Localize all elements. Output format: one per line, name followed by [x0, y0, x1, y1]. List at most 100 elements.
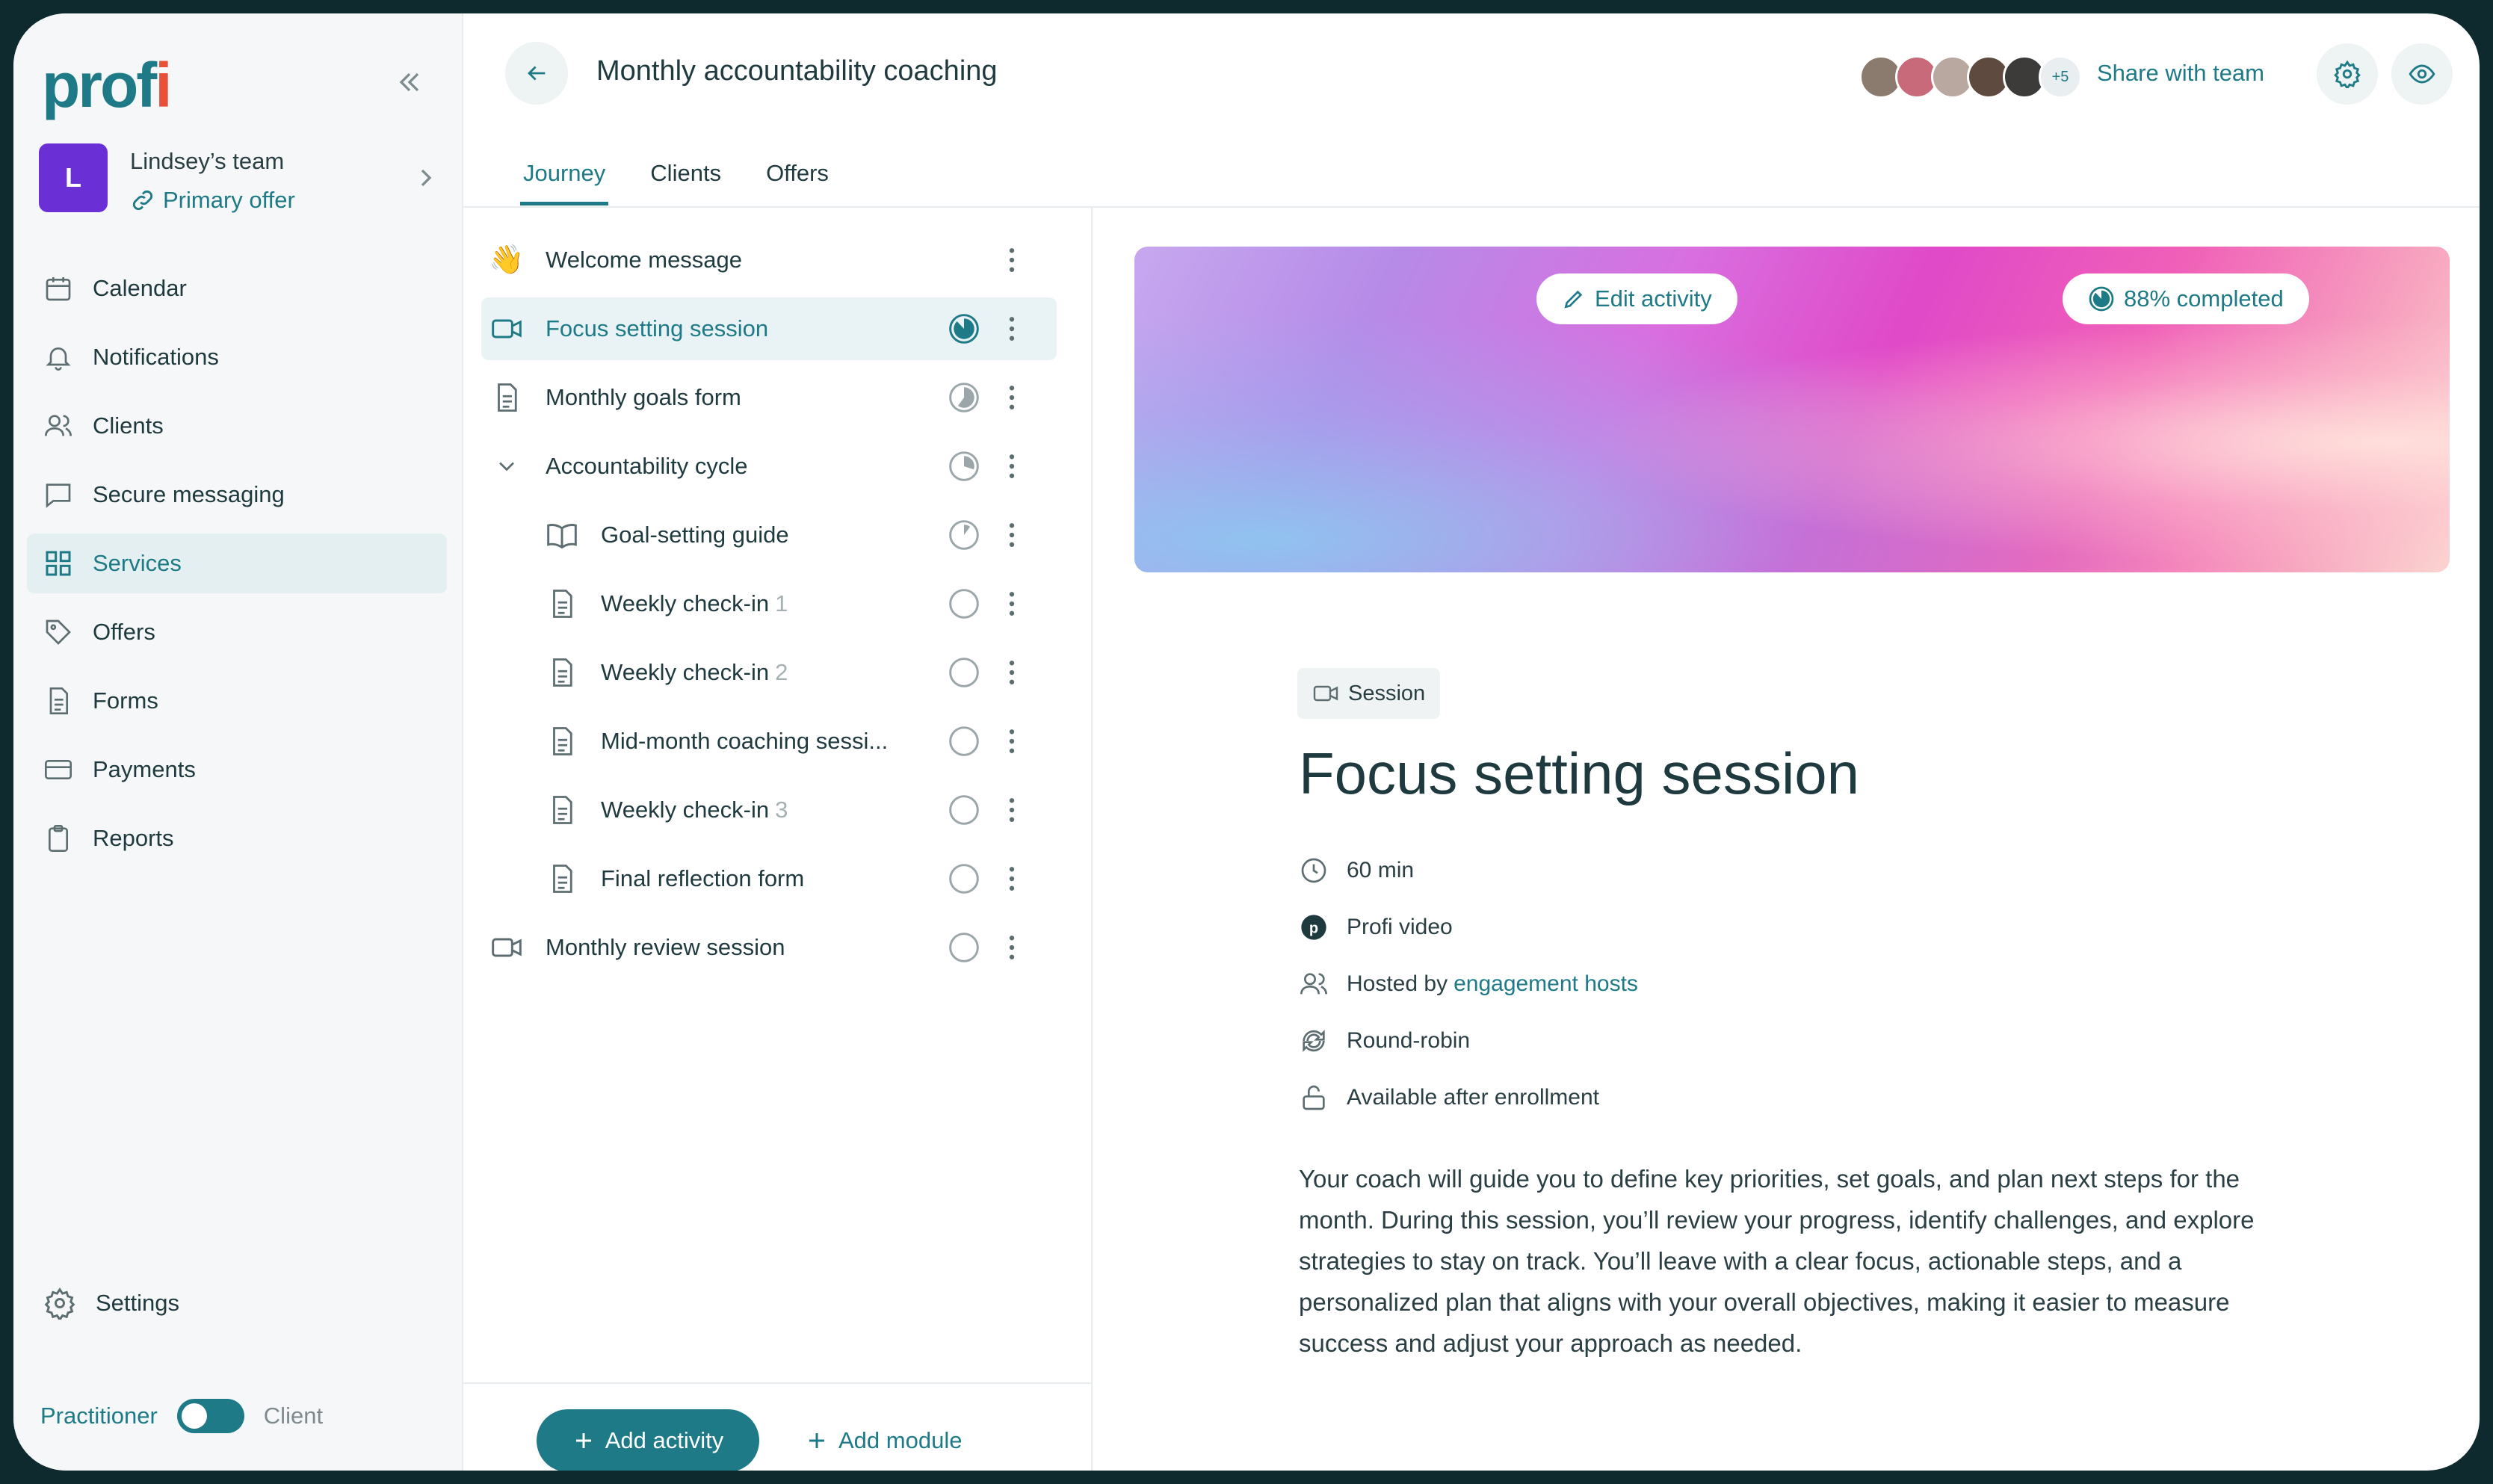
tab-clients[interactable]: Clients	[647, 160, 724, 205]
journey-item[interactable]: Weekly check-in 1	[481, 572, 1057, 635]
nav-item-forms[interactable]: Forms	[27, 671, 447, 731]
plus-icon	[575, 1433, 591, 1448]
nav-item-settings[interactable]: Settings	[43, 1287, 179, 1320]
tab-journey[interactable]: Journey	[520, 160, 609, 205]
more-options-icon[interactable]	[997, 587, 1027, 620]
plus-icon	[809, 1433, 824, 1448]
journey-item-label: Weekly check-in 3	[601, 797, 788, 823]
journey-item-number: 3	[775, 797, 788, 823]
team-switcher[interactable]: L Lindsey’s team Primary offer	[39, 143, 442, 226]
journey-item[interactable]: 👋 Welcome message	[481, 229, 1057, 291]
more-options-icon[interactable]	[997, 450, 1027, 483]
share-with-team-button[interactable]: Share with team	[2097, 60, 2264, 87]
progress-pie-icon	[2089, 286, 2114, 312]
journey-footer: Add activity Add module	[462, 1382, 1091, 1471]
svg-text:p: p	[1309, 921, 1318, 937]
activity-banner: Edit activity 88% completed	[1134, 247, 2450, 572]
more-options-icon[interactable]	[997, 312, 1027, 345]
profi-video-icon: p	[1301, 915, 1326, 940]
journey-item[interactable]: Weekly check-in 3	[481, 779, 1057, 841]
journey-item[interactable]: Mid-month coaching sessi...	[481, 710, 1057, 773]
more-options-icon[interactable]	[997, 725, 1027, 758]
journey-item[interactable]: Final reflection form	[481, 847, 1057, 910]
duration-row: 60 min	[1299, 852, 1971, 889]
edit-activity-button[interactable]: Edit activity	[1536, 273, 1737, 324]
journey-item[interactable]: Monthly review session	[481, 916, 1057, 979]
nav-item-secure-messaging[interactable]: Secure messaging	[27, 465, 447, 525]
clipboard-icon	[49, 825, 68, 852]
more-options-icon[interactable]	[997, 381, 1027, 414]
add-module-button[interactable]: Add module	[806, 1409, 962, 1471]
journey-item[interactable]: Monthly goals form	[481, 366, 1057, 429]
collapse-sidebar-icon[interactable]	[393, 66, 426, 99]
completion-badge[interactable]: 88% completed	[2063, 273, 2309, 324]
hosts-row: Hosted by engagement hosts	[1299, 965, 1971, 1003]
journey-item-label: Mid-month coaching sessi...	[601, 728, 889, 754]
more-options-icon[interactable]	[997, 656, 1027, 689]
journey-item[interactable]: Focus setting session	[481, 297, 1057, 360]
journey-item[interactable]: Accountability cycle	[481, 435, 1057, 498]
tab-bar: Journey Clients Offers	[520, 160, 871, 205]
profi-logo[interactable]: profi	[42, 49, 173, 122]
round-robin-icon	[1303, 1030, 1325, 1052]
nav-item-offers[interactable]: Offers	[27, 602, 447, 662]
activity-detail: Edit activity 88% completed Session Focu…	[1093, 208, 2480, 1471]
journey-item-label: Monthly review session	[546, 934, 785, 960]
unlock-icon	[1303, 1085, 1325, 1110]
mode-toggle[interactable]	[176, 1399, 244, 1433]
team-avatars[interactable]: +5	[1859, 55, 2082, 99]
assignment-row: Round-robin	[1299, 1022, 1971, 1060]
practitioner-label: Practitioner	[40, 1403, 158, 1429]
progress-ring-icon	[948, 862, 980, 895]
chevron-down-icon[interactable]	[490, 450, 523, 483]
journey-item-number: 2	[775, 659, 788, 685]
clock-icon	[1301, 858, 1326, 883]
wave-emoji-icon: 👋	[489, 244, 525, 276]
link-icon	[132, 190, 153, 211]
primary-offer-link[interactable]: Primary offer	[130, 187, 295, 214]
tab-offers[interactable]: Offers	[763, 160, 832, 205]
nav-item-services[interactable]: Services	[27, 534, 447, 593]
journey-item-number: 1	[775, 590, 788, 616]
activity-title: Focus setting session	[1299, 741, 1860, 806]
engagement-hosts-link[interactable]: engagement hosts	[1454, 971, 1638, 997]
progress-ring-icon	[948, 519, 980, 551]
main-nav: Calendar Notifications Clients Secure me…	[27, 259, 462, 877]
eye-icon	[2409, 64, 2435, 84]
add-activity-button[interactable]: Add activity	[537, 1409, 759, 1471]
journey-list: 👋 Welcome message Focus setting session Mon…	[462, 208, 1093, 1471]
pencil-icon	[1564, 290, 1583, 309]
grid-icon	[46, 551, 71, 576]
more-options-icon[interactable]	[997, 794, 1027, 826]
document-icon	[546, 587, 578, 620]
more-options-icon[interactable]	[997, 931, 1027, 964]
journey-item-label: Monthly goals form	[546, 384, 741, 410]
availability-row: Available after enrollment	[1299, 1079, 1971, 1116]
journey-item[interactable]: Weekly check-in 2	[481, 641, 1057, 704]
document-icon	[546, 725, 578, 758]
settings-button[interactable]	[2317, 43, 2378, 105]
progress-ring-icon	[948, 312, 980, 345]
card-icon	[45, 760, 72, 779]
document-icon	[546, 656, 578, 689]
more-options-icon[interactable]	[997, 862, 1027, 895]
nav-item-clients[interactable]: Clients	[27, 396, 447, 456]
journey-item-label: Final reflection form	[601, 865, 805, 891]
journey-item[interactable]: Goal-setting guide	[481, 504, 1057, 566]
nav-item-notifications[interactable]: Notifications	[27, 327, 447, 387]
preview-button[interactable]	[2391, 43, 2453, 105]
team-avatar: L	[39, 143, 108, 212]
more-options-icon[interactable]	[997, 519, 1027, 551]
calendar-icon	[46, 277, 71, 301]
document-icon	[490, 381, 523, 414]
nav-item-reports[interactable]: Reports	[27, 809, 447, 868]
nav-item-payments[interactable]: Payments	[27, 740, 447, 800]
back-button[interactable]	[505, 42, 568, 105]
app-window: profi L Lindsey’s team Primary offer Cal…	[13, 13, 2480, 1471]
nav-item-calendar[interactable]: Calendar	[27, 259, 447, 318]
document-icon	[49, 687, 68, 714]
journey-item-label: Focus setting session	[546, 315, 769, 341]
more-options-icon[interactable]	[997, 244, 1027, 276]
video-icon	[490, 312, 523, 345]
chevron-right-icon	[421, 169, 432, 187]
